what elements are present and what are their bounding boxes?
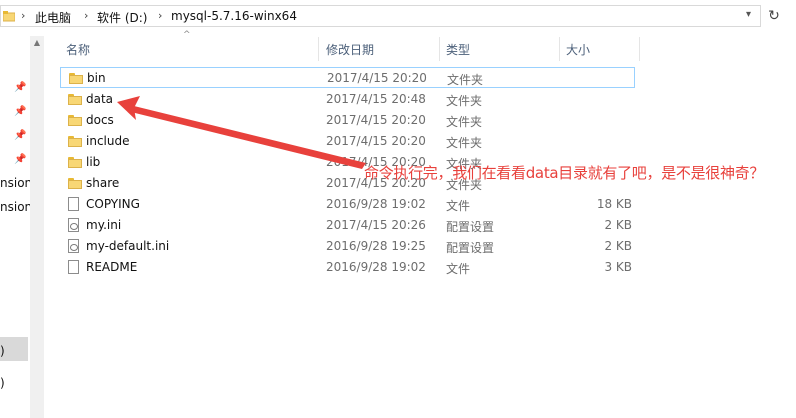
file-name: docs	[86, 113, 114, 127]
folder-icon	[68, 136, 82, 147]
file-size: 2 KB	[604, 218, 632, 232]
annotation-caption: 命令执行完，我们在看看data目录就有了吧，是不是很神奇？	[364, 164, 765, 182]
file-date: 2016/9/28 19:25	[326, 239, 426, 253]
file-row[interactable]: docs 2017/4/15 20:20 文件夹	[60, 110, 635, 131]
folder-icon	[3, 11, 15, 22]
column-header-type[interactable]: 类型	[446, 41, 470, 65]
breadcrumb-current-folder[interactable]: mysql-5.7.16-winx64	[171, 9, 297, 23]
column-divider[interactable]	[318, 37, 319, 61]
column-divider[interactable]	[439, 37, 440, 61]
file-size: 2 KB	[604, 239, 632, 253]
file-date: 2016/9/28 19:02	[326, 260, 426, 274]
file-row[interactable]: README 2016/9/28 19:02 文件 3 KB	[60, 257, 635, 278]
file-icon	[68, 260, 79, 274]
file-date: 2017/4/15 20:26	[326, 218, 426, 232]
pin-icon: 📌	[14, 82, 27, 93]
column-header-name[interactable]: 名称	[66, 41, 90, 65]
folder-icon	[68, 178, 82, 189]
file-row[interactable]: bin 2017/4/15 20:20 文件夹	[60, 67, 635, 88]
pin-icon: 📌	[14, 130, 27, 141]
file-name: COPYING	[86, 197, 140, 211]
file-row[interactable]: data 2017/4/15 20:48 文件夹	[60, 89, 635, 110]
breadcrumb-this-pc[interactable]: 此电脑	[35, 9, 71, 26]
ini-file-icon	[68, 218, 79, 232]
nav-item[interactable]: nsion	[0, 200, 32, 214]
file-type: 文件夹	[447, 73, 484, 87]
file-row[interactable]: COPYING 2016/9/28 19:02 文件 18 KB	[60, 194, 635, 215]
breadcrumb-drive[interactable]: 软件 (D:)	[97, 9, 147, 26]
column-header-size[interactable]: 大小	[566, 41, 590, 65]
file-name: lib	[86, 155, 101, 169]
folder-icon	[69, 73, 83, 84]
nav-item[interactable]: )	[0, 344, 5, 358]
file-row[interactable]: my-default.ini 2016/9/28 19:25 配置设置 2 KB	[60, 236, 635, 257]
address-bar-row: › 此电脑 › 软件 (D:) › mysql-5.7.16-winx64 ▾ …	[0, 0, 796, 33]
ini-file-icon	[68, 239, 79, 253]
nav-scrollbar[interactable]: ▲	[30, 36, 44, 418]
chevron-right-icon[interactable]: ›	[21, 9, 25, 22]
file-type: 文件夹	[446, 136, 483, 150]
file-type: 文件夹	[446, 94, 483, 108]
folder-icon	[68, 115, 82, 126]
file-date: 2017/4/15 20:20	[327, 71, 427, 85]
nav-item[interactable]: )	[0, 376, 5, 390]
pin-icon: 📌	[14, 154, 27, 165]
file-name: data	[86, 92, 114, 106]
file-name: bin	[87, 71, 106, 85]
file-name: share	[86, 176, 120, 190]
file-date: 2017/4/15 20:20	[326, 134, 426, 148]
pin-icon: 📌	[14, 106, 27, 117]
file-date: 2016/9/28 19:02	[326, 197, 426, 211]
column-header-date[interactable]: 修改日期	[326, 41, 374, 65]
file-name: include	[86, 134, 130, 148]
address-bar[interactable]: › 此电脑 › 软件 (D:) › mysql-5.7.16-winx64 ▾	[0, 5, 761, 27]
column-divider[interactable]	[559, 37, 560, 61]
folder-icon	[68, 94, 82, 105]
file-name: README	[86, 260, 138, 274]
file-date: 2017/4/15 20:48	[326, 92, 426, 106]
chevron-down-icon[interactable]: ▾	[746, 9, 751, 20]
chevron-right-icon[interactable]: ›	[84, 9, 88, 22]
chevron-right-icon[interactable]: ›	[158, 9, 162, 22]
file-icon	[68, 197, 79, 211]
file-type: 文件	[446, 199, 471, 213]
sort-ascending-icon: ^	[183, 30, 191, 40]
column-divider[interactable]	[639, 37, 640, 61]
nav-item[interactable]: nsion	[0, 176, 32, 190]
refresh-icon[interactable]: ↻	[766, 8, 782, 24]
file-name: my.ini	[86, 218, 122, 232]
file-row[interactable]: my.ini 2017/4/15 20:26 配置设置 2 KB	[60, 215, 635, 236]
file-type: 配置设置	[446, 220, 495, 234]
file-date: 2017/4/15 20:20	[326, 113, 426, 127]
file-type: 文件	[446, 262, 471, 276]
scroll-up-icon[interactable]: ▲	[30, 38, 44, 47]
file-size: 3 KB	[604, 260, 632, 274]
file-name: my-default.ini	[86, 239, 170, 253]
file-type: 文件夹	[446, 115, 483, 129]
file-type: 配置设置	[446, 241, 495, 255]
folder-icon	[68, 157, 82, 168]
file-size: 18 KB	[596, 197, 632, 211]
file-row[interactable]: include 2017/4/15 20:20 文件夹	[60, 131, 635, 152]
